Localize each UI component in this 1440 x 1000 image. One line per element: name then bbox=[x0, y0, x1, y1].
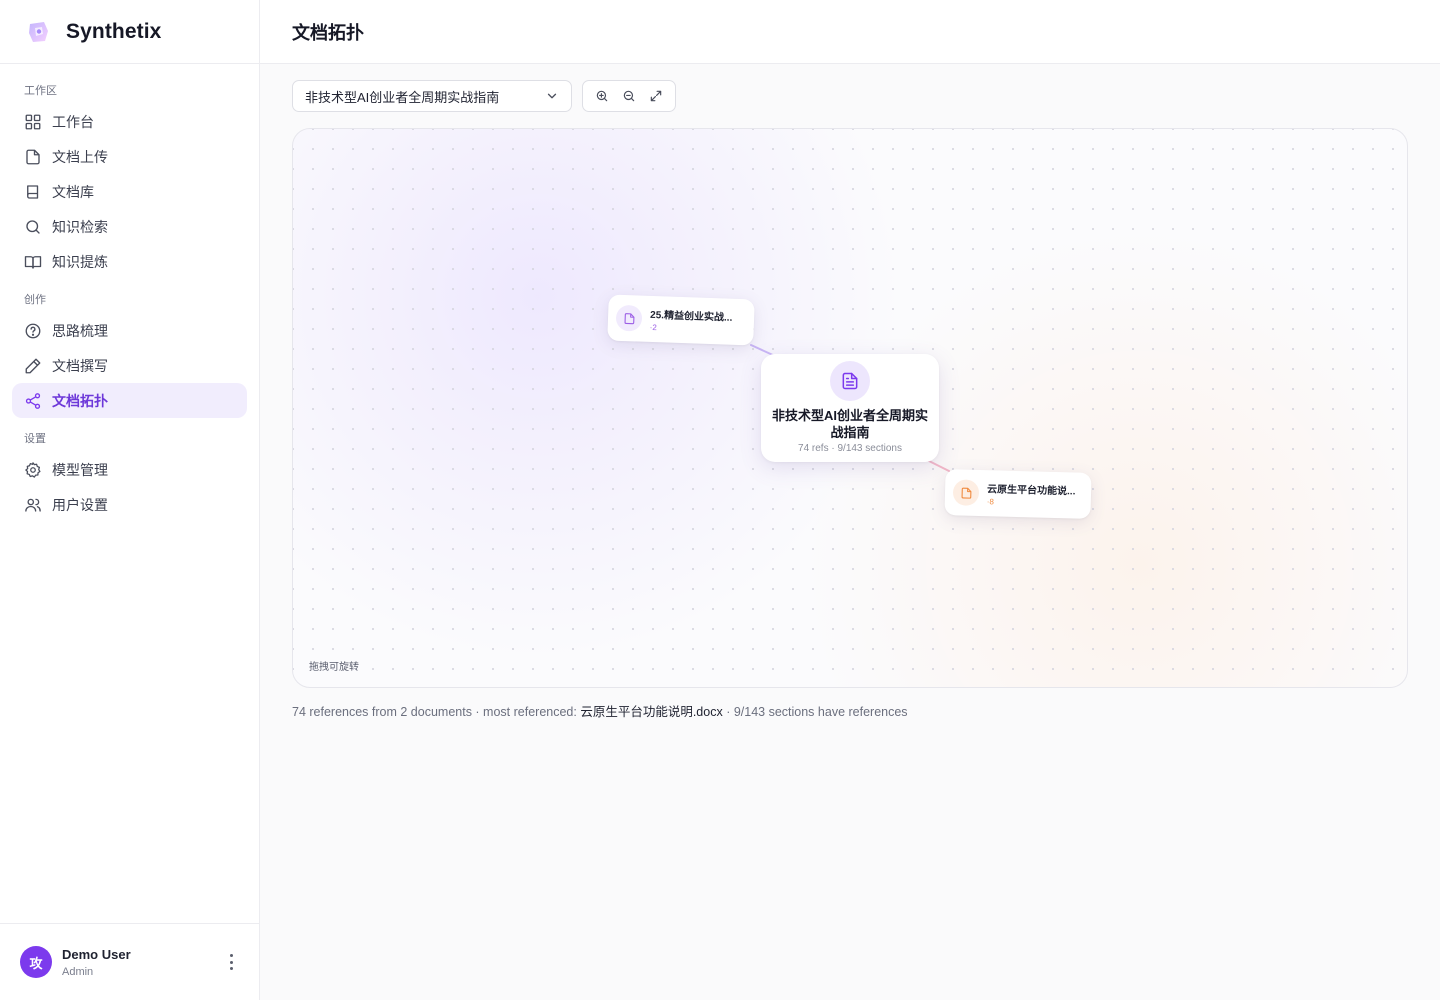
page-title: 文档拓扑 bbox=[292, 22, 364, 43]
sidebar-item-dashboard[interactable]: 工作台 bbox=[12, 104, 247, 139]
logo-icon bbox=[29, 21, 48, 42]
sidebar-item-extract[interactable]: 知识提炼 bbox=[12, 244, 247, 279]
document-select[interactable]: 非技术型AI创业者全周期实战指南 bbox=[292, 80, 572, 112]
node-ref-count: ·8 bbox=[986, 497, 995, 507]
user-name: Demo User bbox=[62, 946, 131, 962]
sidebar-item-label: 文档拓扑 bbox=[52, 392, 108, 409]
zoom-controls bbox=[582, 80, 676, 112]
gear-icon bbox=[25, 461, 41, 478]
node-name: 25.精益创业实战... bbox=[649, 309, 733, 324]
center-node-meta: 74 refs · 9/143 sections bbox=[798, 443, 902, 454]
sidebar-item-writing[interactable]: 文档撰写 bbox=[12, 348, 247, 383]
center-node-title: 非技术型AI创业者全周期实战指南 bbox=[771, 408, 928, 440]
brand[interactable]: Synthetix bbox=[0, 0, 259, 64]
zoom-out-button[interactable] bbox=[617, 84, 641, 108]
most-referenced-doc: 云原生平台功能说明.docx bbox=[580, 705, 723, 719]
graph-node-neighbor[interactable]: 云原生平台功能说... ·8 bbox=[944, 469, 1092, 519]
zoom-out-icon bbox=[623, 90, 635, 102]
sidebar: Synthetix 工作区 工作台 文档上传 文档库 知识检索 知识提炼 创作 bbox=[0, 0, 260, 1000]
book-open-icon bbox=[24, 255, 42, 269]
sidebar-item-brainstorm[interactable]: 思路梳理 bbox=[12, 313, 247, 348]
sidebar-item-upload[interactable]: 文档上传 bbox=[12, 139, 247, 174]
page-header: 文档拓扑 bbox=[260, 0, 1440, 64]
sidebar-item-label: 思路梳理 bbox=[52, 322, 108, 339]
grid-icon bbox=[25, 114, 41, 129]
section-label: 工作区 bbox=[24, 85, 57, 97]
pencil-icon bbox=[25, 358, 41, 373]
zoom-in-button[interactable] bbox=[590, 84, 614, 108]
file-icon bbox=[26, 149, 40, 164]
avatar: 攻 bbox=[20, 946, 52, 978]
nav-section-settings: 设置 模型管理 用户设置 bbox=[0, 432, 259, 522]
fit-view-button[interactable] bbox=[644, 84, 668, 108]
document-select-value: 非技术型AI创业者全周期实战指南 bbox=[305, 89, 500, 105]
app-name: Synthetix bbox=[66, 19, 162, 43]
sidebar-item-label: 文档上传 bbox=[52, 148, 108, 165]
search-icon bbox=[26, 219, 40, 234]
nav-section-create: 创作 思路梳理 文档撰写 文档拓扑 bbox=[0, 293, 259, 418]
topology-canvas[interactable]: 25.精益创业实战... ·2 非技术型AI创业者全周期实战指南 74 refs… bbox=[292, 128, 1408, 688]
users-icon bbox=[25, 498, 41, 512]
maximize-icon bbox=[650, 90, 661, 102]
sidebar-item-label: 知识提炼 bbox=[52, 253, 108, 270]
file-icon bbox=[615, 304, 643, 332]
book-icon bbox=[27, 184, 39, 199]
sidebar-item-label: 模型管理 bbox=[52, 461, 108, 478]
sidebar-item-library[interactable]: 文档库 bbox=[12, 174, 247, 209]
sidebar-item-label: 知识检索 bbox=[52, 218, 108, 235]
user-role: Admin bbox=[62, 965, 94, 978]
file-icon bbox=[952, 479, 980, 506]
topology-stats: 74 references from 2 documents · most re… bbox=[292, 701, 908, 720]
user-profile[interactable]: 攻 Demo User Admin bbox=[0, 923, 259, 1000]
sidebar-item-label: 文档库 bbox=[52, 183, 94, 200]
sidebar-item-label: 工作台 bbox=[52, 113, 94, 130]
node-name: 云原生平台功能说... bbox=[986, 484, 1076, 498]
sidebar-item-users[interactable]: 用户设置 bbox=[12, 487, 247, 522]
sidebar-item-search[interactable]: 知识检索 bbox=[12, 209, 247, 244]
graph-node-neighbor[interactable]: 25.精益创业实战... ·2 bbox=[607, 294, 755, 346]
sidebar-item-topology[interactable]: 文档拓扑 bbox=[12, 383, 247, 418]
file-text-icon bbox=[830, 361, 870, 401]
chevron-down-icon bbox=[547, 93, 557, 99]
node-ref-count: ·2 bbox=[649, 322, 657, 333]
stats-suffix: · 9/143 sections have references bbox=[722, 705, 908, 719]
stats-prefix: 74 references from 2 documents · most re… bbox=[292, 705, 581, 719]
canvas-hint: 拖拽可旋转 bbox=[309, 662, 359, 673]
section-label: 创作 bbox=[24, 294, 46, 306]
edge-right bbox=[926, 459, 950, 472]
more-vertical-icon[interactable] bbox=[225, 954, 237, 970]
section-label: 设置 bbox=[24, 433, 46, 445]
graph-node-center[interactable]: 非技术型AI创业者全周期实战指南 74 refs · 9/143 section… bbox=[761, 354, 939, 462]
help-circle-icon bbox=[25, 323, 41, 338]
sidebar-item-label: 用户设置 bbox=[52, 496, 108, 513]
zoom-in-icon bbox=[597, 90, 608, 102]
share-icon bbox=[25, 392, 41, 409]
sidebar-item-models[interactable]: 模型管理 bbox=[12, 452, 247, 487]
nav-section-workspace: 工作区 工作台 文档上传 文档库 知识检索 知识提炼 bbox=[0, 84, 259, 279]
sidebar-item-label: 文档撰写 bbox=[52, 357, 108, 374]
